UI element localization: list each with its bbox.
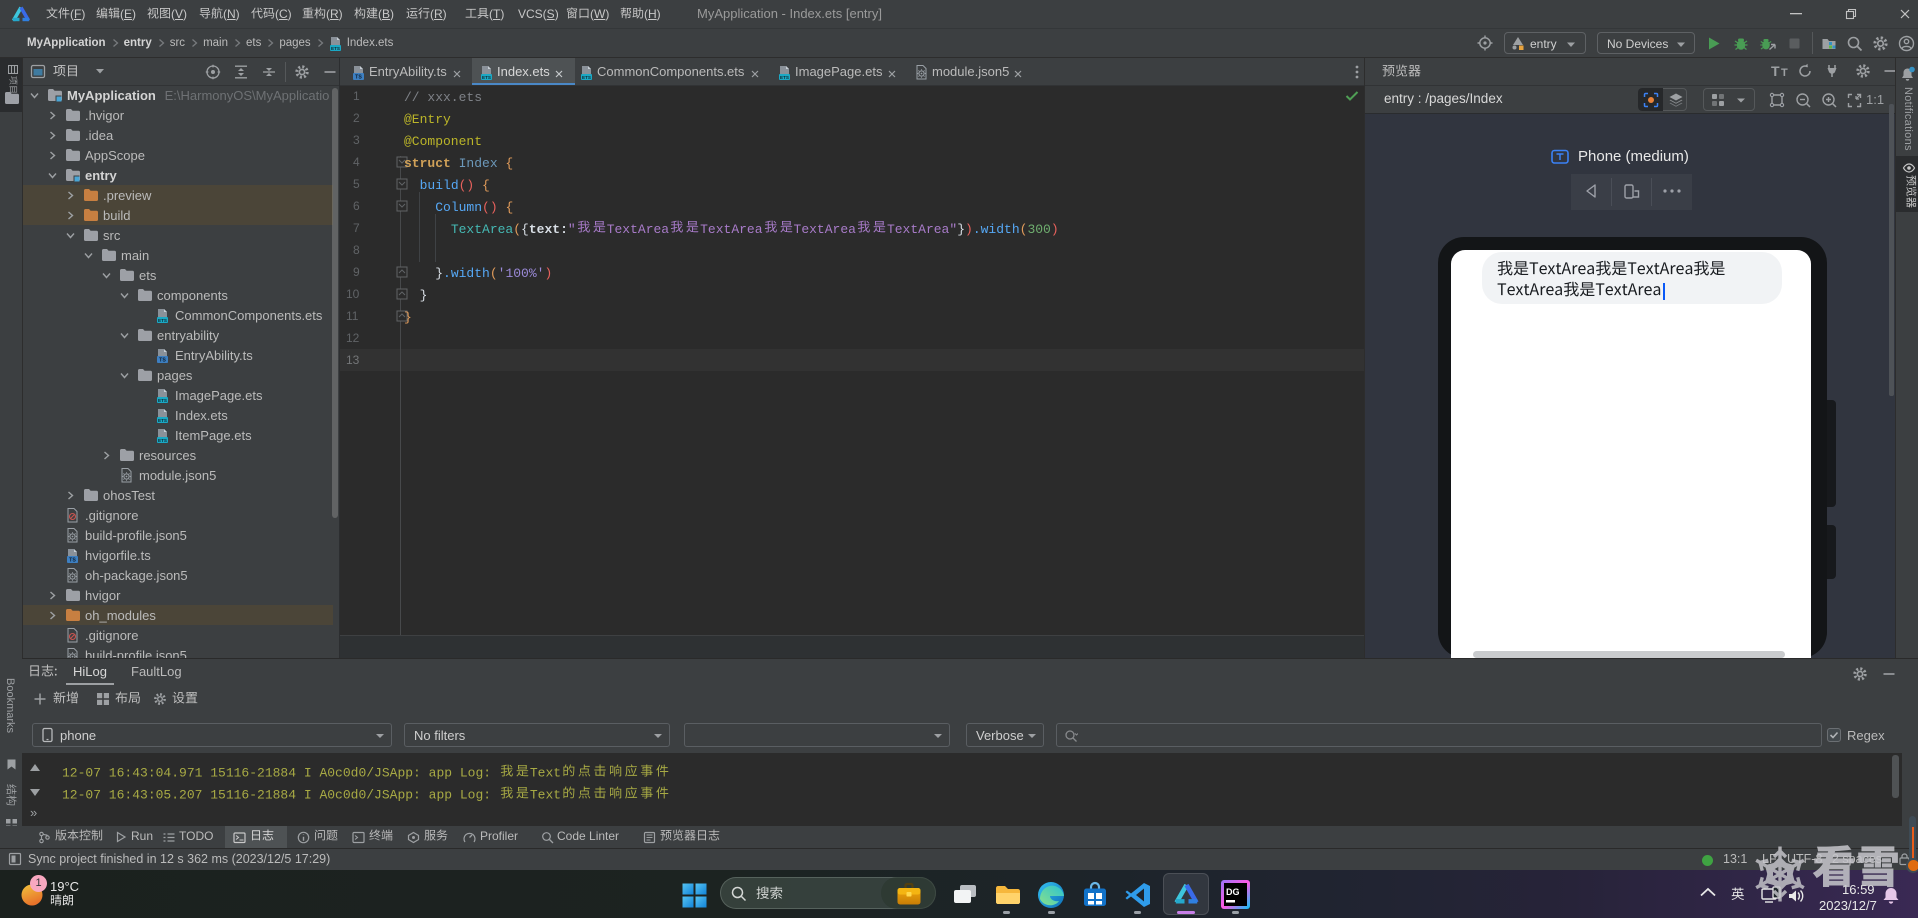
svg-text:DG: DG xyxy=(1226,887,1240,897)
svg-text:ETS: ETS xyxy=(780,75,789,80)
svg-text:ETS: ETS xyxy=(331,46,340,51)
svg-text:ETS: ETS xyxy=(158,398,167,403)
svg-text:ETS: ETS xyxy=(582,75,591,80)
svg-text:ETS: ETS xyxy=(158,318,167,323)
svg-text:TS: TS xyxy=(159,358,166,363)
svg-text:ETS: ETS xyxy=(482,75,491,80)
svg-text:ETS: ETS xyxy=(158,418,167,423)
svg-text:TS: TS xyxy=(69,558,76,563)
svg-text:TS: TS xyxy=(355,75,362,80)
svg-text:ETS: ETS xyxy=(158,438,167,443)
